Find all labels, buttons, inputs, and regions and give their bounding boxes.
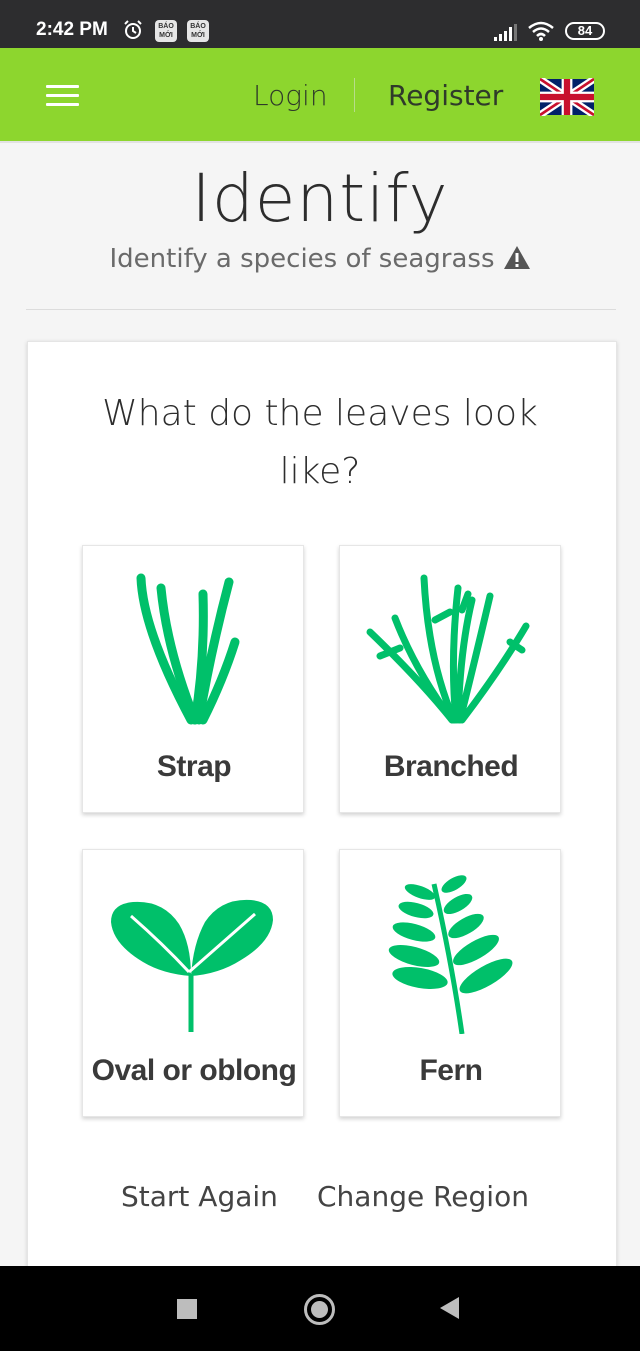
question-heading: What do the leaves look like? bbox=[0, 385, 640, 501]
page-subtitle: Identify a species of seagrass bbox=[0, 244, 640, 274]
option-strap[interactable]: Strap bbox=[82, 545, 304, 813]
uk-flag-icon[interactable] bbox=[540, 78, 594, 116]
option-oval[interactable]: Oval or oblong bbox=[82, 849, 304, 1117]
signal-icon bbox=[494, 24, 517, 41]
home-icon[interactable] bbox=[304, 1294, 335, 1325]
news-app-icon: BÁO MỚI bbox=[187, 20, 209, 42]
branched-leaf-icon bbox=[366, 574, 530, 724]
change-region-link[interactable]: Change Region bbox=[317, 1180, 529, 1213]
option-label: Fern bbox=[419, 1054, 483, 1087]
strap-leaf-icon bbox=[136, 573, 240, 725]
app-header: Login Register bbox=[0, 48, 640, 143]
option-branched[interactable]: Branched bbox=[339, 545, 561, 813]
option-label: Branched bbox=[383, 750, 519, 783]
subtitle-text: Identify a species of seagrass bbox=[109, 244, 495, 274]
question-text: What do the leaves look like? bbox=[102, 393, 538, 492]
wifi-icon bbox=[528, 21, 554, 41]
option-label: Strap bbox=[156, 750, 232, 783]
option-label: Oval or oblong bbox=[91, 1054, 297, 1087]
status-time: 2:42 PM bbox=[36, 19, 108, 40]
back-icon[interactable] bbox=[440, 1297, 459, 1319]
option-fern[interactable]: Fern bbox=[339, 849, 561, 1117]
login-link[interactable]: Login bbox=[253, 79, 328, 112]
register-link[interactable]: Register bbox=[388, 79, 503, 112]
news-app-icon: BÁO MỚI bbox=[155, 20, 177, 42]
fern-leaf-icon bbox=[388, 875, 513, 1034]
alarm-icon bbox=[124, 20, 142, 39]
nav-divider bbox=[354, 78, 355, 112]
system-nav-bar bbox=[0, 1266, 640, 1351]
recent-apps-icon[interactable] bbox=[177, 1299, 197, 1319]
status-bar: 2:42 PM BÁO MỚI BÁO MỚI 84 bbox=[0, 0, 640, 48]
oval-leaf-icon bbox=[111, 899, 273, 1032]
start-again-link[interactable]: Start Again bbox=[121, 1180, 278, 1213]
page-title: Identify bbox=[191, 160, 449, 237]
hamburger-menu-icon[interactable] bbox=[46, 85, 79, 108]
divider bbox=[26, 309, 616, 310]
warning-icon[interactable] bbox=[503, 245, 531, 270]
battery-indicator: 84 bbox=[565, 22, 605, 40]
